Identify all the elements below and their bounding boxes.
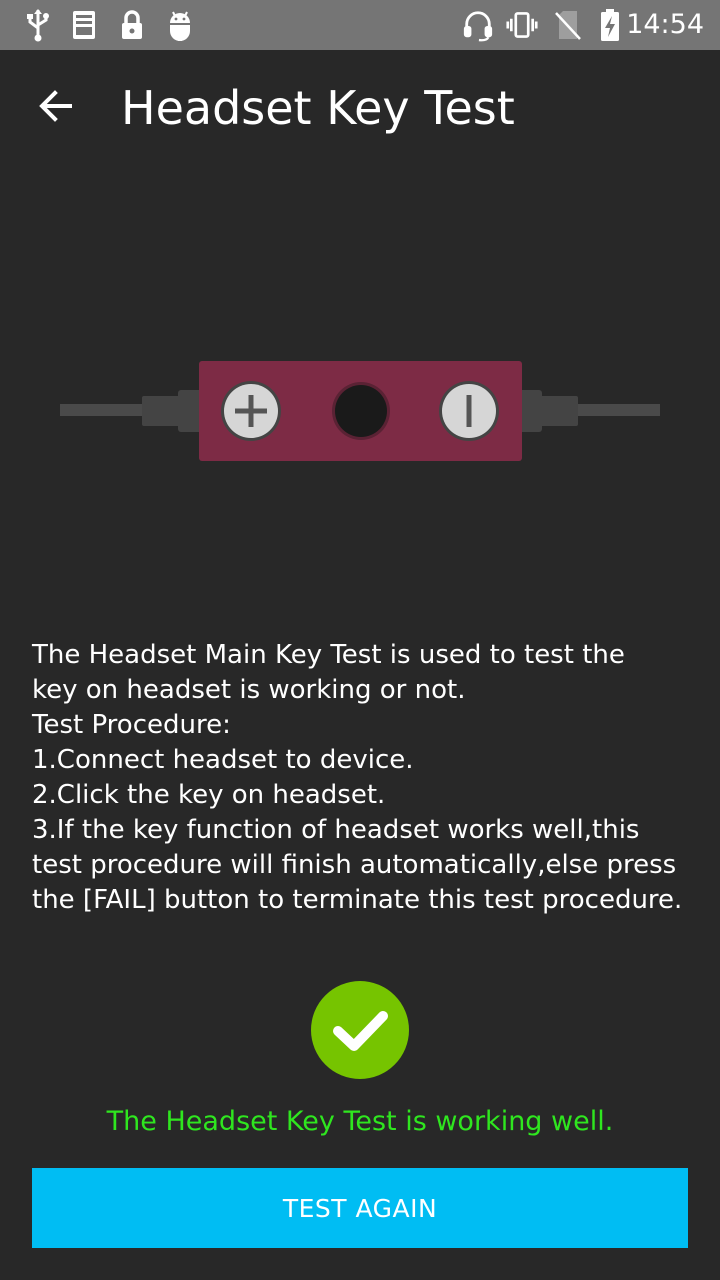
arrow-back-icon xyxy=(38,90,74,126)
log-icon xyxy=(68,8,100,42)
screen: 14:54 Headset Key Test The Headset Main … xyxy=(0,0,720,1280)
description-line: 1.Connect headset to device. xyxy=(32,745,414,775)
check-circle-icon xyxy=(310,980,410,1080)
center-key-icon xyxy=(332,382,390,440)
description-line: key on headset is working or not. xyxy=(32,675,466,705)
description-line: test procedure will finish automatically… xyxy=(32,850,677,880)
minus-key-icon xyxy=(439,381,499,441)
description-line: The Headset Main Key Test is used to tes… xyxy=(32,640,625,670)
android-debug-icon xyxy=(164,8,196,42)
app-bar: Headset Key Test xyxy=(0,50,720,162)
plus-key-icon xyxy=(221,381,281,441)
description-line: 2.Click the key on headset. xyxy=(32,780,386,810)
back-button[interactable] xyxy=(24,76,88,140)
test-description: The Headset Main Key Test is used to tes… xyxy=(32,638,696,918)
result-message: The Headset Key Test is working well. xyxy=(106,1106,614,1137)
page-title: Headset Key Test xyxy=(121,81,515,135)
status-bar: 14:54 xyxy=(0,0,720,50)
battery-charging-icon xyxy=(594,8,626,42)
status-time: 14:54 xyxy=(626,9,704,40)
description-line: 3.If the key function of headset works w… xyxy=(32,815,640,845)
description-line: the [FAIL] button to terminate this test… xyxy=(32,885,683,915)
usb-icon xyxy=(22,8,54,42)
vibrate-icon xyxy=(506,8,538,42)
headset-remote-icon xyxy=(60,361,660,461)
test-again-button[interactable]: TEST AGAIN xyxy=(32,1168,688,1248)
no-sim-icon xyxy=(552,8,584,42)
headset-icon xyxy=(462,8,494,42)
lock-icon xyxy=(116,8,148,42)
description-line: Test Procedure: xyxy=(32,710,231,740)
headset-remote-illustration xyxy=(0,340,720,490)
